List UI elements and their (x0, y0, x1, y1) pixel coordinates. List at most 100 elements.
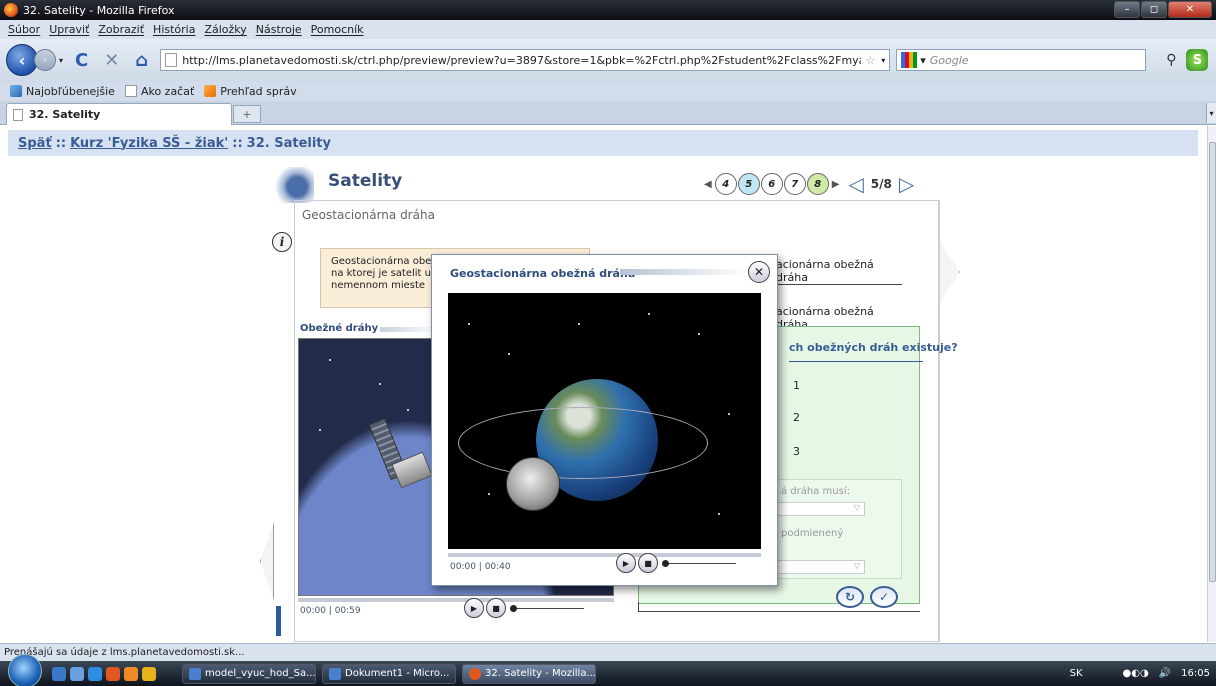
taskbar-item-word-document[interactable]: Dokument1 - Micro... (322, 663, 456, 684)
quiz-question: ch obežných dráh existuje? (789, 341, 958, 354)
page-4-button[interactable]: 4 (714, 173, 737, 195)
tray-icons[interactable]: ●◐◑ (1123, 668, 1149, 679)
bookmark-getting-started[interactable]: Ako začať (124, 85, 194, 98)
switch-windows-icon[interactable] (70, 666, 84, 681)
start-button[interactable] (8, 653, 42, 686)
bookmark-star-icon[interactable]: ☆ (865, 54, 875, 67)
ie-icon[interactable] (88, 666, 102, 681)
star (488, 493, 490, 495)
quiz-option[interactable]: 3 (793, 445, 800, 458)
url-bar[interactable]: http://lms.planetavedomosti.sk/ctrl.php/… (160, 49, 891, 71)
search-input[interactable]: Google (930, 54, 969, 67)
media-player-icon[interactable] (124, 666, 138, 681)
pager-next-arrow-icon[interactable]: ▶ (832, 179, 840, 190)
new-tab-button[interactable]: + (233, 105, 261, 123)
menu-tools[interactable]: Nástroje (256, 23, 302, 36)
tab-label: 32. Satelity (29, 108, 101, 121)
taskbar-item-firefox[interactable]: 32. Satelity - Mozilla... (462, 663, 596, 684)
play-button[interactable]: ▶ (464, 598, 484, 618)
page-5-button[interactable]: 5 (737, 173, 760, 195)
orbit-link[interactable]: acionárna obežná dráha (772, 258, 902, 285)
volume-slider[interactable] (510, 604, 584, 612)
menu-file[interactable]: Súbor (8, 23, 40, 36)
menu-edit[interactable]: Upraviť (49, 23, 89, 36)
language-indicator[interactable]: SK (1070, 668, 1083, 679)
stop-button[interactable]: ■ (486, 598, 506, 618)
page-content: Späť :: Kurz 'Fyzika SŠ - žiak' :: 32. S… (0, 126, 1207, 642)
geostationary-video[interactable] (448, 293, 761, 549)
scrollbar-thumb[interactable] (1209, 142, 1216, 582)
orbits-label: Obežné dráhy (300, 323, 379, 334)
home-icon[interactable]: ⌂ (135, 50, 148, 71)
check-answer-button[interactable]: ✓ (870, 586, 898, 608)
menubar: Súbor Upraviť Zobraziť História Záložky … (0, 20, 1216, 39)
menu-history[interactable]: História (153, 23, 195, 36)
volume-slider[interactable] (662, 559, 736, 567)
page-7-button[interactable]: 7 (783, 173, 806, 195)
skype-icon[interactable]: S (1186, 49, 1209, 71)
show-desktop-icon[interactable] (52, 666, 66, 681)
info-icon[interactable]: i (272, 232, 292, 252)
quiz-sub-text: podmienený (781, 528, 844, 539)
tab-satelity[interactable]: 32. Satelity (6, 103, 232, 125)
menu-help[interactable]: Pomocník (311, 23, 364, 36)
reload-icon[interactable]: C (75, 50, 88, 71)
previous-slide-icon[interactable]: ◁ (848, 172, 863, 196)
url-text[interactable]: http://lms.planetavedomosti.sk/ctrl.php/… (182, 54, 861, 67)
star (508, 353, 510, 355)
tab-list-icon[interactable]: ▾ (1206, 103, 1216, 123)
forward-button[interactable]: › (34, 49, 56, 71)
course-link[interactable]: Kurz 'Fyzika SŠ - žiak' (70, 136, 228, 151)
menu-bookmarks[interactable]: Záložky (204, 23, 246, 36)
star (648, 313, 650, 315)
search-engine-dropdown-icon[interactable]: ▾ (920, 54, 926, 67)
firefox-icon[interactable] (106, 666, 120, 681)
bookmark-most-visited[interactable]: Najobľúbenejšie (10, 85, 115, 98)
quiz-select[interactable]: ▽ (777, 502, 865, 516)
minimize-button[interactable]: – (1114, 1, 1140, 18)
retry-button[interactable]: ↻ (836, 586, 864, 608)
background-video-time: 00:00 | 00:59 (300, 606, 361, 616)
stop-icon[interactable]: ✕ (104, 50, 119, 71)
pager-prev-arrow-icon[interactable]: ◀ (704, 179, 712, 190)
search-bar[interactable]: ▾ Google (896, 49, 1147, 71)
star (407, 409, 409, 411)
page-icon (13, 108, 23, 121)
satellite-logo-icon (272, 167, 314, 203)
quiz-select[interactable]: ▽ (777, 560, 865, 574)
lesson-pager: ◀ 4 5 6 7 8 ▶ ◁ 5/8 ▷ (702, 172, 920, 196)
search-icon[interactable]: ⚲ (1166, 52, 1176, 68)
maximize-button[interactable]: ◻ (1141, 1, 1167, 18)
history-dropdown-icon[interactable]: ▾ (59, 56, 63, 65)
status-text: Prenášajú sa údaje z lms.planetavedomost… (4, 647, 245, 658)
background-video-controls: ▶ ■ (464, 598, 584, 618)
breadcrumb-separator: :: (232, 135, 243, 151)
close-window-button[interactable]: ✕ (1168, 1, 1212, 18)
bookmarks-toolbar: Najobľúbenejšie Ako začať Prehľad správ (0, 81, 1216, 101)
window-controls: – ◻ ✕ (1114, 1, 1212, 18)
play-button[interactable]: ▶ (616, 553, 636, 573)
page-count: 5/8 (870, 177, 892, 191)
quiz-option[interactable]: 2 (793, 411, 800, 424)
google-icon[interactable] (901, 52, 918, 68)
taskbar-item-word-model[interactable]: model_vyuc_hod_Sa... (182, 663, 316, 684)
vertical-scrollbar[interactable] (1207, 126, 1216, 642)
firefox-quick-icon[interactable] (142, 666, 156, 681)
quiz-option[interactable]: 1 (793, 379, 800, 392)
stop-button[interactable]: ■ (638, 553, 658, 573)
close-modal-button[interactable]: ✕ (748, 261, 770, 283)
star (698, 333, 700, 335)
next-slide-chevron[interactable] (940, 242, 960, 302)
back-link[interactable]: Späť (18, 136, 52, 151)
clock[interactable]: 16:05 (1181, 668, 1210, 679)
firefox-icon (4, 3, 18, 17)
bookmark-news[interactable]: Prehľad správ (204, 85, 297, 98)
next-slide-icon[interactable]: ▷ (899, 172, 914, 196)
page-6-button[interactable]: 6 (760, 173, 783, 195)
url-dropdown-icon[interactable]: ▾ (881, 56, 885, 65)
lesson-subtitle: Geostacionárna dráha (302, 208, 435, 222)
previous-slide-chevron[interactable] (260, 522, 274, 600)
menu-view[interactable]: Zobraziť (98, 23, 144, 36)
volume-icon[interactable]: 🔊 (1159, 668, 1171, 679)
page-8-button[interactable]: 8 (806, 173, 829, 195)
